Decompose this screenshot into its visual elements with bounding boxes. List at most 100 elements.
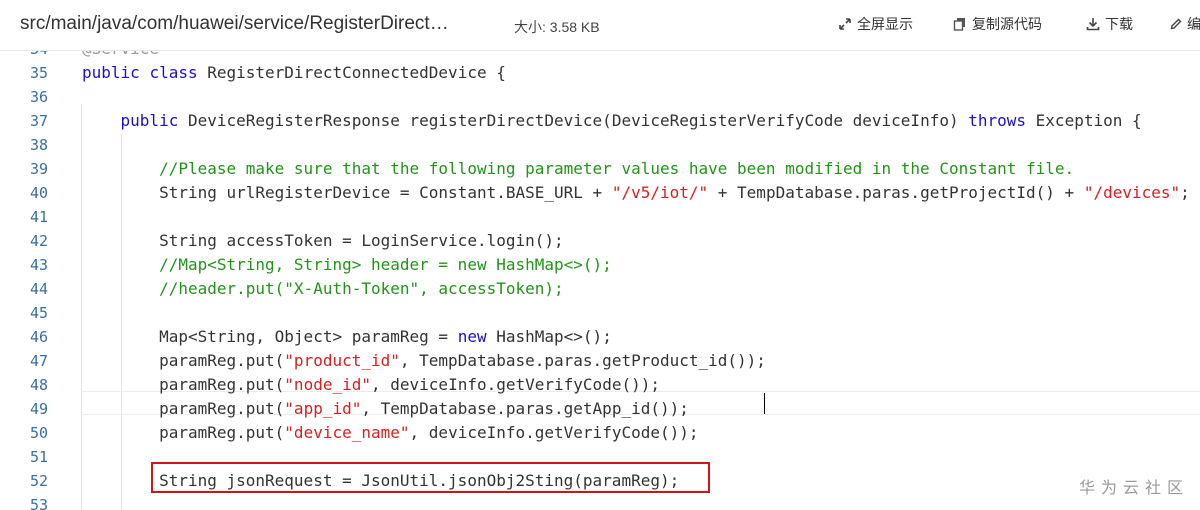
annotation-highlight-box: [151, 462, 710, 493]
fullscreen-button[interactable]: 全屏显示: [838, 14, 913, 34]
code-token: DeviceRegisterResponse registerDirectDev…: [187, 111, 969, 130]
code-line: 48 paramReg.put("node_id", deviceInfo.ge…: [0, 373, 1200, 397]
fullscreen-label: 全屏显示: [857, 16, 913, 32]
code-line: 45: [0, 301, 1200, 325]
code-token: public: [120, 111, 188, 130]
line-number: 42: [29, 232, 48, 250]
line-number: 49: [29, 400, 48, 418]
line-number: 53: [29, 496, 48, 510]
line-code: paramReg.put("node_id", deviceInfo.getVe…: [82, 373, 660, 397]
code-token: HashMap<>();: [486, 327, 612, 346]
line-number: 50: [29, 424, 48, 442]
line-number: 47: [29, 352, 48, 370]
code-token: ;: [1180, 183, 1190, 202]
code-token: , deviceInfo.getVerifyCode());: [409, 423, 699, 442]
line-code: String accessToken = LoginService.login(…: [82, 229, 564, 253]
text-caret: [764, 393, 765, 414]
code-line: 35 public class RegisterDirectConnectedDe…: [0, 61, 1200, 85]
line-code: paramReg.put("device_name", deviceInfo.g…: [82, 421, 699, 445]
watermark: 华为云社区: [1079, 480, 1190, 497]
copy-icon: [953, 17, 967, 31]
code-token: //Please make sure that the following pa…: [159, 159, 1075, 178]
code-token: "product_id": [284, 351, 400, 370]
code-token: paramReg.put(: [82, 423, 285, 442]
edit-label: 编: [1187, 16, 1200, 32]
code-line: 53: [0, 493, 1200, 510]
code-token: , TempDatabase.paras.getApp_id());: [361, 399, 689, 418]
code-line: 41: [0, 205, 1200, 229]
line-number: 44: [29, 280, 48, 298]
code-line: 43 //Map<String, String> header = new Ha…: [0, 253, 1200, 277]
code-token: throws: [968, 111, 1027, 130]
line-code: //Please make sure that the following pa…: [82, 157, 1074, 181]
code-token: class: [149, 63, 208, 82]
code-line: 49 paramReg.put("app_id", TempDatabase.p…: [0, 397, 1200, 421]
line-number: 37: [29, 112, 48, 130]
code-token: Exception {: [1026, 111, 1142, 130]
download-button[interactable]: 下载: [1086, 14, 1133, 34]
code-token: paramReg.put(: [82, 375, 285, 394]
code-line: 37 public DeviceRegisterResponse registe…: [0, 109, 1200, 133]
code-token: String urlRegisterDevice = Constant.BASE…: [82, 183, 612, 202]
code-token: "app_id": [284, 399, 362, 418]
line-number: 41: [29, 208, 48, 226]
line-number: 46: [29, 328, 48, 346]
download-label: 下载: [1105, 16, 1133, 32]
line-number: 48: [29, 376, 48, 394]
line-number: 36: [29, 88, 48, 106]
code-token: //Map<String, String> header = new HashM…: [159, 255, 612, 274]
code-line: 38: [0, 133, 1200, 157]
code-viewer[interactable]: 34 @Service 35 public class RegisterDirectC…: [0, 44, 1200, 510]
code-line: 46 Map<String, Object> paramReg = new Ha…: [0, 325, 1200, 349]
code-token: paramReg.put(: [82, 351, 285, 370]
pencil-icon: [1170, 18, 1182, 30]
code-token: //header.put("X-Auth-Token", accessToken…: [159, 279, 564, 298]
code-token: public: [82, 63, 150, 82]
line-number: 52: [29, 472, 48, 490]
line-code: //Map<String, String> header = new HashM…: [82, 253, 612, 277]
code-token: paramReg.put(: [82, 399, 285, 418]
line-number: 51: [29, 448, 48, 466]
line-code: public class RegisterDirectConnectedDevi…: [82, 61, 506, 85]
code-token: "node_id": [284, 375, 371, 394]
code-token: RegisterDirectConnectedDevice {: [207, 63, 506, 82]
code-token: + TempDatabase.paras.getProjectId() +: [708, 183, 1084, 202]
line-code: paramReg.put("product_id", TempDatabase.…: [82, 349, 766, 373]
code-token: "/devices": [1083, 183, 1181, 202]
code-line: 42 String accessToken = LoginService.log…: [0, 229, 1200, 253]
code-token: , deviceInfo.getVerifyCode());: [371, 375, 660, 394]
copy-source-button[interactable]: 复制源代码: [953, 14, 1042, 34]
expand-icon: [838, 17, 852, 31]
file-size: 大小: 3.58 KB: [514, 19, 600, 35]
line-code: Map<String, Object> paramReg = new HashM…: [82, 325, 612, 349]
line-code: //header.put("X-Auth-Token", accessToken…: [82, 277, 564, 301]
code-token: String accessToken = LoginService.login(…: [82, 231, 564, 250]
download-icon: [1086, 17, 1100, 31]
copy-source-label: 复制源代码: [972, 16, 1042, 32]
code-line: 50 paramReg.put("device_name", deviceInf…: [0, 421, 1200, 445]
code-line: 44 //header.put("X-Auth-Token", accessTo…: [0, 277, 1200, 301]
code-line: 47 paramReg.put("product_id", TempDataba…: [0, 349, 1200, 373]
code-token: new: [457, 327, 487, 346]
line-number: 40: [29, 184, 48, 202]
line-number: 39: [29, 160, 48, 178]
line-code: String urlRegisterDevice = Constant.BASE…: [82, 181, 1190, 205]
line-number: 35: [29, 64, 48, 82]
line-number: 43: [29, 256, 48, 274]
line-code: paramReg.put("app_id", TempDatabase.para…: [82, 397, 689, 421]
file-path: src/main/java/com/huawei/service/Registe…: [20, 13, 449, 34]
code-line: 39 //Please make sure that the following…: [0, 157, 1200, 181]
code-line: 36: [0, 85, 1200, 109]
edit-button[interactable]: 编: [1170, 14, 1200, 34]
line-number: 38: [29, 136, 48, 154]
code-token: "/v5/iot/": [611, 183, 709, 202]
code-token: Map<String, Object> paramReg =: [82, 327, 458, 346]
line-code: public DeviceRegisterResponse registerDi…: [82, 109, 1142, 133]
code-token: , TempDatabase.paras.getProduct_id());: [399, 351, 766, 370]
line-number: 45: [29, 304, 48, 322]
code-line: 40 String urlRegisterDevice = Constant.B…: [0, 181, 1200, 205]
